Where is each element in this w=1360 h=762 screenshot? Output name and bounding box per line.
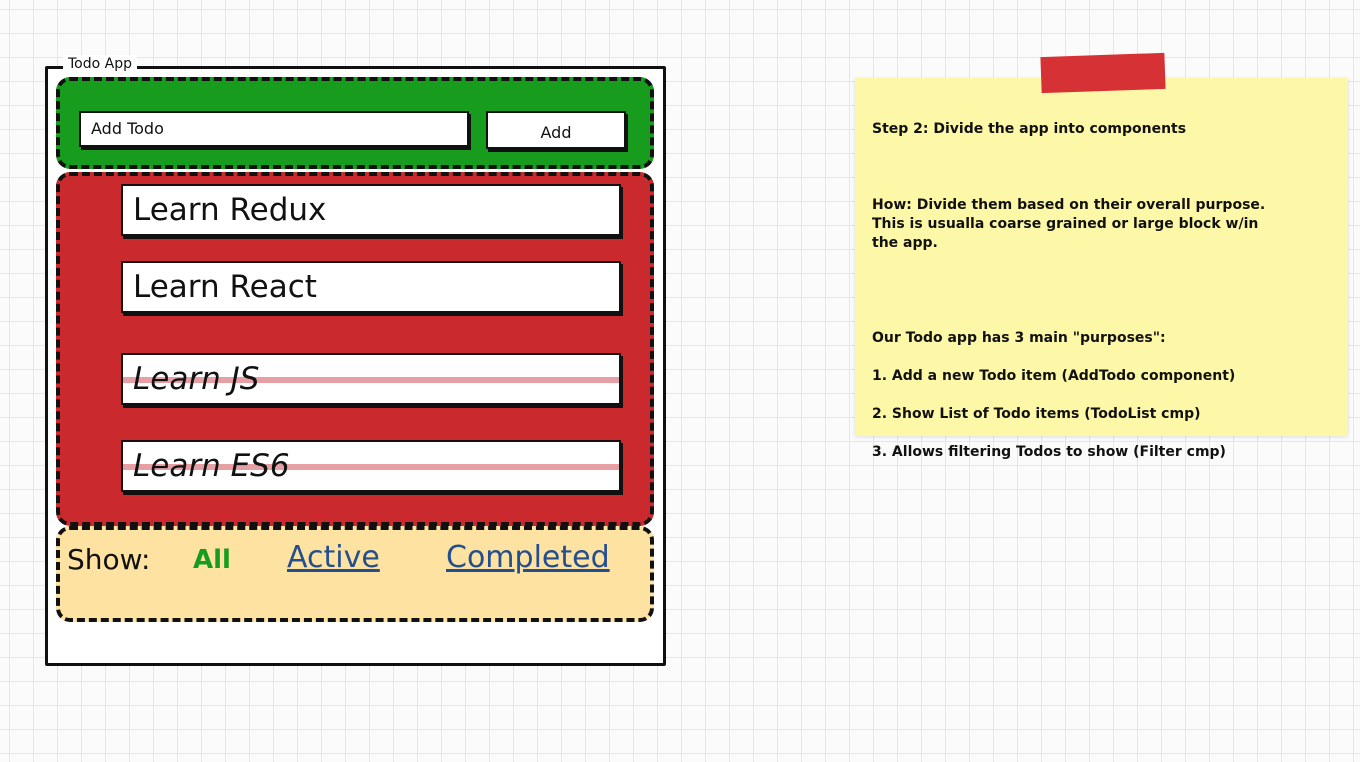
window-title: Todo App [63,55,137,73]
filter-label: Show: [67,543,151,576]
todo-item-text: Learn Redux [133,192,327,228]
note-purpose-item: 1. Add a new Todo item (AddTodo componen… [872,368,1236,384]
todo-item[interactable]: Learn Redux [121,184,621,236]
note-purpose-item: 2. Show List of Todo items (TodoList cmp… [872,406,1201,422]
filter-active-link[interactable]: Active [287,540,380,575]
todo-item-text: Learn JS [133,361,260,397]
add-button[interactable]: Add [486,111,626,149]
todo-item-completed[interactable]: Learn ES6 [121,440,621,492]
note-how: How: Divide them based on their overall … [872,197,1266,251]
todo-item-completed[interactable]: Learn JS [121,353,621,405]
add-todo-input[interactable]: Add Todo [79,111,469,147]
note-purposes-heading: Our Todo app has 3 main "purposes": [872,330,1166,346]
todo-item-text: Learn ES6 [133,448,290,484]
note-purpose-item: 3. Allows filtering Todos to show (Filte… [872,444,1226,460]
filter-all[interactable]: All [193,545,231,575]
note-tape [1040,52,1166,94]
todo-item[interactable]: Learn React [121,261,621,313]
filter-completed-link[interactable]: Completed [446,540,610,575]
note-text: Step 2: Divide the app into components H… [872,101,1342,481]
note-title: Step 2: Divide the app into components [872,121,1187,137]
todo-item-text: Learn React [133,269,317,305]
